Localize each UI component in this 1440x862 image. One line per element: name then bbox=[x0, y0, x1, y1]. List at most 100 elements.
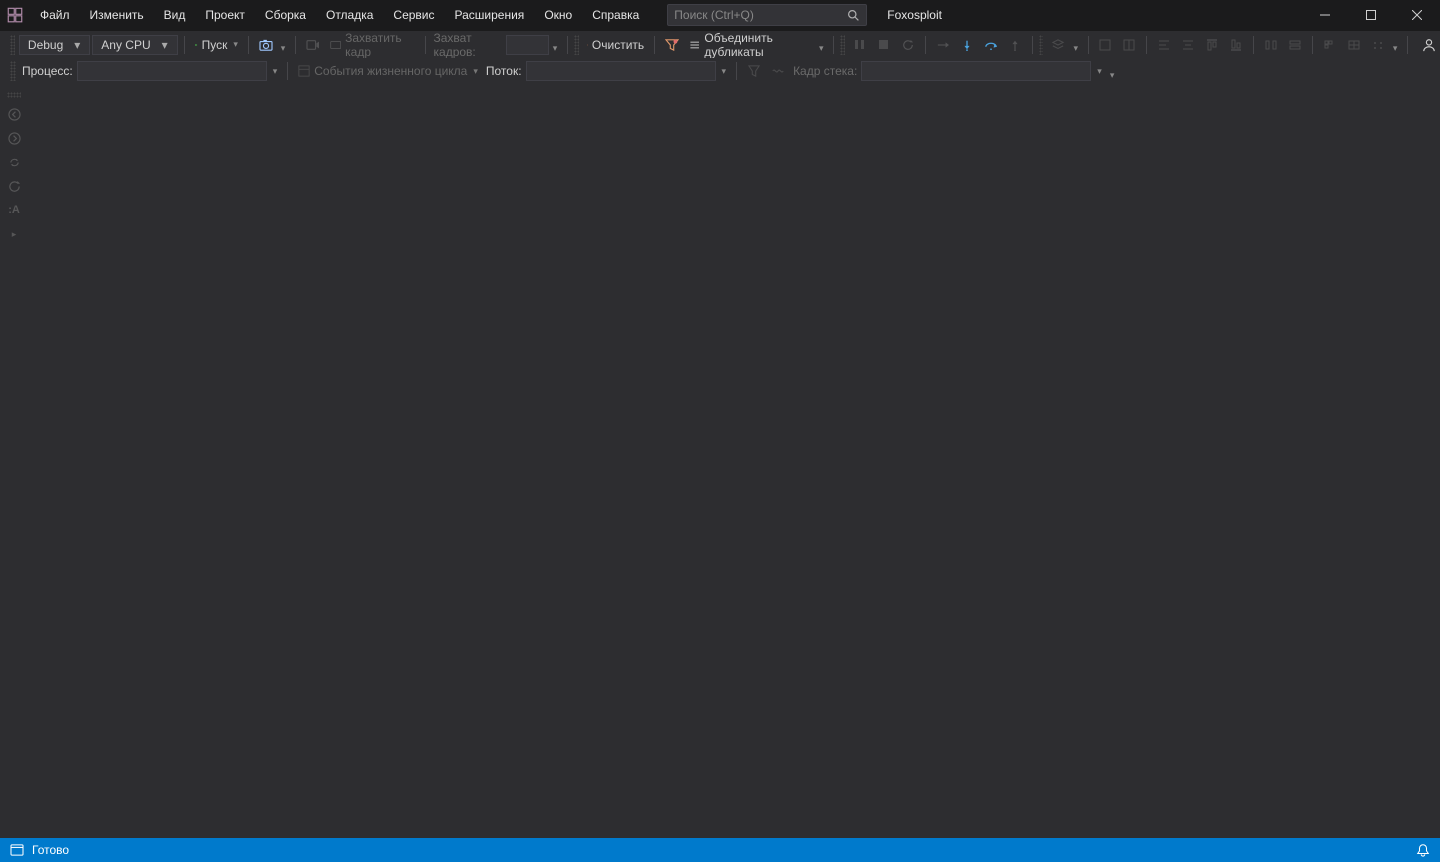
separator bbox=[1032, 36, 1033, 54]
separator bbox=[425, 36, 426, 54]
separator bbox=[1146, 36, 1147, 54]
step-next-button[interactable] bbox=[932, 34, 954, 56]
distribute-v-button[interactable] bbox=[1284, 34, 1306, 56]
restart-button[interactable] bbox=[897, 34, 919, 56]
main-menu: Файл Изменить Вид Проект Сборка Отладка … bbox=[30, 0, 649, 30]
separator bbox=[248, 36, 249, 54]
chevron-down-icon[interactable]: ▾ bbox=[269, 66, 282, 77]
menu-help[interactable]: Справка bbox=[582, 0, 649, 30]
chevron-down-icon[interactable]: ▾ bbox=[551, 35, 561, 54]
step-into-button[interactable] bbox=[956, 34, 978, 56]
bell-icon[interactable] bbox=[1416, 843, 1430, 857]
sync-icon[interactable] bbox=[6, 154, 22, 170]
lifecycle-button[interactable]: События жизненного цикла ▾ bbox=[294, 60, 482, 82]
toolbar-grip-icon[interactable] bbox=[840, 35, 845, 55]
merge-duplicates-button[interactable]: Объединить дубликаты bbox=[685, 34, 815, 56]
camera-button[interactable] bbox=[255, 34, 277, 56]
maximize-button[interactable] bbox=[1348, 0, 1394, 30]
menu-view[interactable]: Вид bbox=[154, 0, 196, 30]
step-out-button[interactable] bbox=[1004, 34, 1026, 56]
record-button[interactable] bbox=[302, 34, 324, 56]
minimize-button[interactable] bbox=[1302, 0, 1348, 30]
menu-service[interactable]: Сервис bbox=[383, 0, 444, 30]
start-label: Пуск bbox=[202, 38, 228, 52]
chevron-down-icon[interactable]: ▾ bbox=[718, 66, 731, 77]
separator bbox=[295, 36, 296, 54]
clear-button[interactable]: Очистить bbox=[583, 34, 649, 56]
platform-combo[interactable]: Any CPU ▾ bbox=[92, 35, 178, 55]
filter-button[interactable] bbox=[661, 34, 683, 56]
capture-frame-button[interactable]: Захватить кадр bbox=[326, 34, 419, 56]
lifecycle-label: События жизненного цикла bbox=[314, 64, 467, 78]
toolbar-primary: Debug ▾ Any CPU ▾ Пуск ▾ ▾ Захватить кад… bbox=[0, 30, 1440, 58]
menu-extensions[interactable]: Расширения bbox=[445, 0, 535, 30]
toolbar-grip-icon[interactable] bbox=[10, 61, 16, 81]
chevron-down-icon[interactable]: ▾ bbox=[1071, 35, 1081, 54]
chevron-down-icon[interactable]: ▾ bbox=[1108, 62, 1120, 81]
editor-area bbox=[28, 86, 1440, 838]
funnel-button[interactable] bbox=[743, 60, 765, 82]
window-controls bbox=[1302, 0, 1440, 30]
text-icon[interactable]: :A bbox=[6, 202, 22, 218]
config-combo[interactable]: Debug ▾ bbox=[19, 35, 90, 55]
solution-name: Foxosploit bbox=[887, 8, 942, 22]
thread-combo[interactable] bbox=[526, 61, 716, 81]
align-bottom-button[interactable] bbox=[1225, 34, 1247, 56]
chevron-down-icon[interactable]: ▾ bbox=[1391, 35, 1401, 54]
clear-label: Очистить bbox=[592, 38, 644, 52]
chevron-right-icon[interactable]: ▸ bbox=[6, 226, 22, 242]
quick-search-input[interactable] bbox=[674, 8, 847, 22]
align-left-button[interactable] bbox=[1153, 34, 1175, 56]
pause-button[interactable] bbox=[849, 34, 871, 56]
align-top-button[interactable] bbox=[1201, 34, 1223, 56]
chevron-down-icon[interactable]: ▾ bbox=[1093, 66, 1106, 77]
separator bbox=[287, 62, 288, 80]
separator bbox=[736, 62, 737, 80]
menu-build[interactable]: Сборка bbox=[255, 0, 316, 30]
toolbar-grip-icon[interactable] bbox=[574, 35, 579, 55]
left-toolstrip: :A ▸ bbox=[0, 86, 28, 838]
stack-icon-1[interactable] bbox=[1047, 34, 1069, 56]
toolbar-grip-icon[interactable] bbox=[7, 92, 21, 98]
menu-debug[interactable]: Отладка bbox=[316, 0, 383, 30]
user-button[interactable] bbox=[1418, 34, 1440, 56]
separator bbox=[1253, 36, 1254, 54]
output-icon[interactable] bbox=[10, 844, 24, 856]
grid-icon-1[interactable] bbox=[1319, 34, 1341, 56]
layout-icon-1[interactable] bbox=[1094, 34, 1116, 56]
status-ready: Готово bbox=[32, 843, 69, 857]
chevron-down-icon[interactable]: ▾ bbox=[279, 35, 289, 54]
menu-project[interactable]: Проект bbox=[195, 0, 255, 30]
menu-edit[interactable]: Изменить bbox=[80, 0, 154, 30]
align-center-button[interactable] bbox=[1177, 34, 1199, 56]
close-button[interactable] bbox=[1394, 0, 1440, 30]
grid-icon-3[interactable] bbox=[1367, 34, 1389, 56]
separator bbox=[1088, 36, 1089, 54]
separator bbox=[1407, 36, 1408, 54]
refresh-icon[interactable] bbox=[6, 178, 22, 194]
layout-icon-2[interactable] bbox=[1118, 34, 1140, 56]
threads-icon[interactable] bbox=[767, 60, 789, 82]
stackframe-combo[interactable] bbox=[861, 61, 1091, 81]
stop-button[interactable] bbox=[873, 34, 895, 56]
start-debug-button[interactable]: Пуск ▾ bbox=[191, 34, 242, 56]
menu-window[interactable]: Окно bbox=[534, 0, 582, 30]
nav-back-icon[interactable] bbox=[6, 106, 22, 122]
separator bbox=[1312, 36, 1313, 54]
chevron-down-icon: ▾ bbox=[69, 38, 85, 52]
titlebar: Файл Изменить Вид Проект Сборка Отладка … bbox=[0, 0, 1440, 30]
frames-input[interactable] bbox=[506, 35, 549, 55]
config-value: Debug bbox=[28, 38, 63, 52]
step-over-button[interactable] bbox=[980, 34, 1002, 56]
distribute-h-button[interactable] bbox=[1260, 34, 1282, 56]
toolbar-grip-icon[interactable] bbox=[10, 35, 15, 55]
nav-forward-icon[interactable] bbox=[6, 130, 22, 146]
chevron-down-icon: ▾ bbox=[233, 39, 238, 50]
quick-search[interactable] bbox=[667, 4, 867, 26]
process-combo[interactable] bbox=[77, 61, 267, 81]
chevron-down-icon[interactable]: ▾ bbox=[817, 35, 827, 54]
toolbar-grip-icon[interactable] bbox=[1039, 35, 1044, 55]
grid-icon-2[interactable] bbox=[1343, 34, 1365, 56]
menu-file[interactable]: Файл bbox=[30, 0, 80, 30]
toolbar-secondary: Процесс: ▾ События жизненного цикла ▾ По… bbox=[0, 58, 1440, 86]
